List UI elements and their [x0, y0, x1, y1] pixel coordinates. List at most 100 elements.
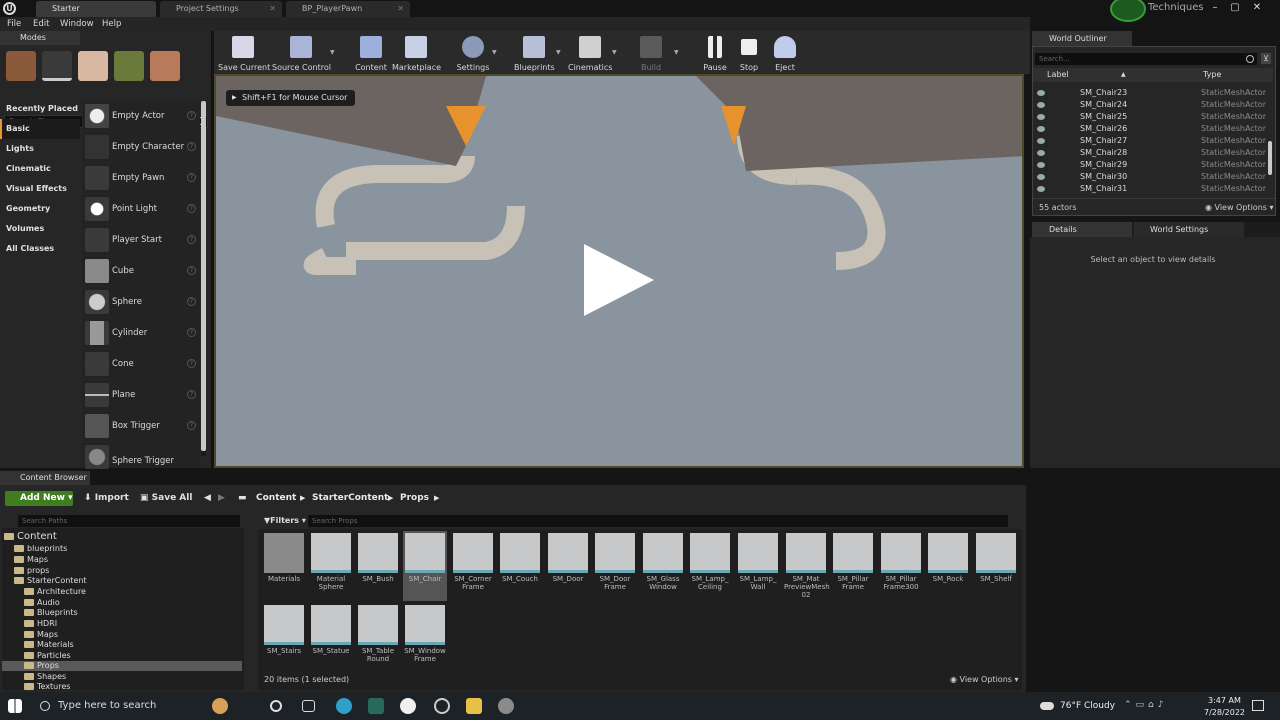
- asset-tile[interactable]: SM_Window Frame: [403, 603, 447, 673]
- search-highlight-icon[interactable]: [212, 698, 228, 714]
- save-current-button[interactable]: Save Current: [218, 33, 270, 73]
- search-props-input[interactable]: Search Props: [308, 515, 1008, 527]
- add-new-button[interactable]: Add New ▾: [5, 491, 73, 506]
- eject-button[interactable]: Eject: [770, 33, 800, 73]
- place-item-point-light[interactable]: Point Light?: [82, 194, 200, 224]
- asset-tile[interactable]: SM_Rock: [926, 531, 970, 601]
- asset-tile[interactable]: SM_Door: [546, 531, 590, 601]
- asset-tile[interactable]: SM_Door Frame: [593, 531, 637, 601]
- place-item-plane[interactable]: Plane?: [82, 380, 200, 410]
- modes-scrollbar[interactable]: [201, 101, 206, 456]
- place-item-box-trigger[interactable]: Box Trigger?: [82, 411, 200, 441]
- eye-icon[interactable]: [1037, 174, 1045, 180]
- filter-icon[interactable]: ⊻: [1261, 53, 1271, 64]
- tree-node[interactable]: Textures: [24, 682, 70, 692]
- help-icon[interactable]: ?: [187, 359, 196, 368]
- place-item-cone[interactable]: Cone?: [82, 349, 200, 379]
- help-icon[interactable]: ?: [187, 266, 196, 275]
- view-options-button[interactable]: ◉ View Options ▾: [1205, 199, 1274, 216]
- history-forward-icon[interactable]: ▶: [218, 491, 225, 506]
- blueprints-button[interactable]: Blueprints: [514, 33, 555, 73]
- taskbar-search-input[interactable]: Type here to search: [58, 700, 156, 711]
- app-icon[interactable]: [368, 698, 384, 714]
- content-button[interactable]: Content: [354, 33, 388, 73]
- edge-icon[interactable]: [336, 698, 352, 714]
- settings-button[interactable]: Settings: [456, 33, 490, 73]
- close-window-icon[interactable]: ✕: [1250, 1, 1264, 15]
- breadcrumb-startercontent[interactable]: StarterContent: [312, 491, 388, 506]
- asset-tile[interactable]: SM_Couch: [498, 531, 542, 601]
- eye-icon[interactable]: [1037, 102, 1045, 108]
- tray-icons[interactable]: ⌃▭⌂♪: [1124, 700, 1168, 710]
- eye-icon[interactable]: [1037, 126, 1045, 132]
- import-button[interactable]: ⬇ Import: [84, 491, 129, 506]
- category-all-classes[interactable]: All Classes: [0, 239, 80, 259]
- category-visual-effects[interactable]: Visual Effects: [0, 179, 80, 199]
- place-item-sphere-trigger[interactable]: Sphere Trigger: [82, 442, 200, 469]
- tab-world-settings[interactable]: World Settings: [1134, 222, 1244, 237]
- user-badge[interactable]: [1110, 0, 1146, 22]
- tree-node[interactable]: Architecture: [24, 587, 86, 597]
- help-icon[interactable]: ?: [187, 235, 196, 244]
- menu-window[interactable]: Window: [60, 17, 94, 31]
- chevron-down-icon[interactable]: ▼: [330, 49, 335, 56]
- asset-tile[interactable]: Material Sphere: [309, 531, 353, 601]
- tree-node[interactable]: blueprints: [14, 544, 67, 554]
- play-overlay-icon[interactable]: [584, 244, 654, 316]
- weather-label[interactable]: 76°F Cloudy: [1060, 701, 1115, 711]
- history-back-icon[interactable]: ◀: [204, 491, 211, 506]
- asset-tile[interactable]: SM_Glass Window: [641, 531, 685, 601]
- outliner-row[interactable]: SM_Chair30 StaticMeshActor: [1033, 171, 1266, 183]
- tree-node[interactable]: Maps: [24, 630, 58, 640]
- outliner-row[interactable]: SM_Chair23 StaticMeshActor: [1033, 87, 1266, 99]
- file-explorer-icon[interactable]: [466, 698, 482, 714]
- eye-icon[interactable]: [1037, 150, 1045, 156]
- place-mode-icon[interactable]: [6, 51, 36, 81]
- tree-node[interactable]: Maps: [14, 555, 48, 565]
- asset-tile[interactable]: Materials: [262, 531, 306, 601]
- search-paths-input[interactable]: Search Paths: [18, 515, 240, 527]
- asset-tile[interactable]: SM_Lamp_ Wall: [736, 531, 780, 601]
- notification-icon[interactable]: [1252, 700, 1264, 711]
- eye-icon[interactable]: [1037, 186, 1045, 192]
- eye-icon[interactable]: [1037, 162, 1045, 168]
- category-cinematic[interactable]: Cinematic: [0, 159, 80, 179]
- category-basic[interactable]: Basic: [0, 119, 80, 139]
- breadcrumb-props[interactable]: Props: [400, 491, 429, 506]
- eye-icon[interactable]: [1037, 90, 1045, 96]
- tree-node[interactable]: StarterContent: [14, 576, 87, 586]
- place-item-empty-actor[interactable]: Empty Actor?: [82, 101, 200, 131]
- eye-icon[interactable]: [1037, 114, 1045, 120]
- help-icon[interactable]: ?: [187, 142, 196, 151]
- place-item-cylinder[interactable]: Cylinder?: [82, 318, 200, 348]
- chevron-down-icon[interactable]: ▼: [674, 49, 679, 56]
- help-icon[interactable]: ?: [187, 111, 196, 120]
- outliner-row[interactable]: SM_Chair31 StaticMeshActor: [1033, 183, 1266, 195]
- outliner-row[interactable]: SM_Chair26 StaticMeshActor: [1033, 123, 1266, 135]
- landscape-mode-icon[interactable]: [78, 51, 108, 81]
- tree-node[interactable]: Content: [4, 532, 57, 542]
- stop-button[interactable]: Stop: [736, 33, 762, 73]
- tree-node[interactable]: Shapes: [24, 672, 66, 682]
- minimize-icon[interactable]: –: [1208, 1, 1222, 15]
- category-lights[interactable]: Lights: [0, 139, 80, 159]
- menu-edit[interactable]: Edit: [33, 17, 49, 31]
- tab-details[interactable]: Details: [1032, 222, 1132, 237]
- tree-node[interactable]: Audio: [24, 598, 60, 608]
- app-icon[interactable]: [434, 698, 450, 714]
- chevron-down-icon[interactable]: ▼: [492, 49, 497, 56]
- outliner-row[interactable]: SM_Chair29 StaticMeshActor: [1033, 159, 1266, 171]
- unreal-taskbar-icon[interactable]: [400, 698, 416, 714]
- place-item-cube[interactable]: Cube?: [82, 256, 200, 286]
- scroll-thumb[interactable]: [201, 101, 206, 451]
- tree-node[interactable]: Blueprints: [24, 608, 78, 618]
- help-icon[interactable]: ?: [187, 328, 196, 337]
- marketplace-button[interactable]: Marketplace: [392, 33, 441, 73]
- save-all-button[interactable]: ▣ Save All: [140, 491, 192, 506]
- close-icon[interactable]: ✕: [397, 1, 404, 16]
- asset-tile-selected[interactable]: SM_Chair: [403, 531, 447, 601]
- asset-tile[interactable]: SM_Pillar Frame: [831, 531, 875, 601]
- source-control-button[interactable]: Source Control: [272, 33, 331, 73]
- tab-project-settings[interactable]: Project Settings ✕: [160, 1, 282, 17]
- tree-node[interactable]: props: [14, 566, 49, 576]
